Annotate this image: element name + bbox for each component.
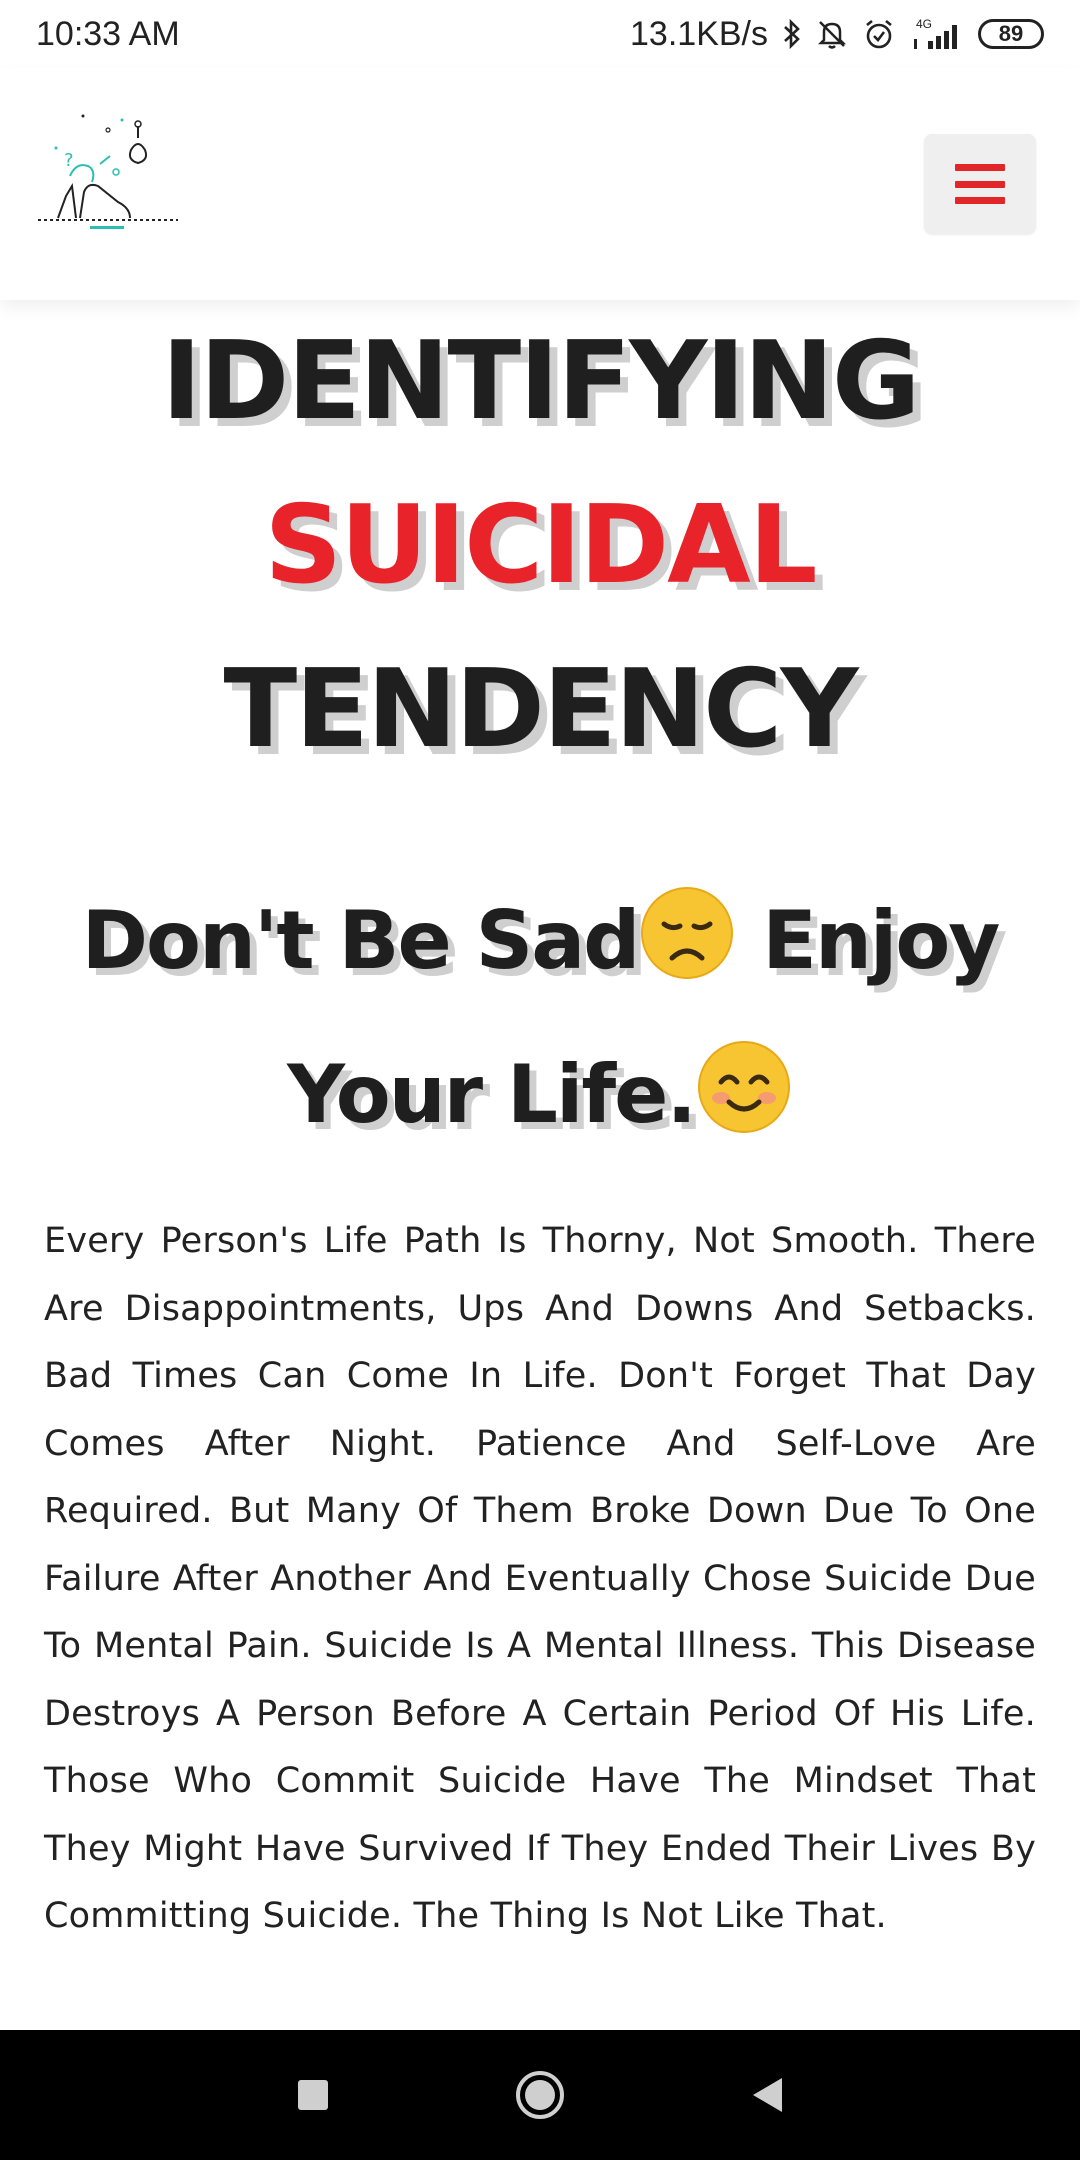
network-type-label: 4G bbox=[916, 17, 932, 31]
site-logo[interactable]: ? bbox=[38, 108, 188, 248]
circle-home-icon bbox=[515, 2071, 564, 2119]
page: 10:33 AM 13.1KB/s 4G 89 ? IDENTIFYING SU… bbox=[0, 0, 1080, 2160]
subtitle-part-1: Don't Be Sad bbox=[81, 894, 641, 987]
network-speed: 13.1KB/s bbox=[630, 14, 768, 53]
hero-line-3: TENDENCY bbox=[223, 647, 858, 772]
smiling-face-emoji-icon bbox=[695, 1032, 793, 1133]
subtitle-part-3: Your Life. bbox=[287, 1048, 697, 1141]
hamburger-menu-icon bbox=[955, 164, 1005, 204]
hero-title: IDENTIFYING SUICIDAL TENDENCY bbox=[0, 300, 1080, 792]
mute-bell-icon bbox=[816, 18, 848, 50]
triangle-back-icon bbox=[752, 2078, 782, 2112]
menu-button[interactable] bbox=[924, 134, 1036, 234]
battery-indicator: 89 bbox=[978, 19, 1044, 49]
recents-button[interactable] bbox=[283, 2065, 343, 2125]
home-button[interactable] bbox=[510, 2065, 570, 2125]
subtitle: Don't Be Sad Enjoy Your Life. bbox=[0, 864, 1080, 1172]
status-bar: 10:33 AM 13.1KB/s 4G 89 bbox=[0, 0, 1080, 68]
sad-face-emoji-icon bbox=[638, 878, 736, 979]
back-button[interactable] bbox=[737, 2065, 797, 2125]
signal-icon: 4G bbox=[910, 17, 964, 51]
status-time: 10:33 AM bbox=[36, 14, 180, 53]
body-paragraph: Every Person's Life Path Is Thorny, Not … bbox=[44, 1221, 1036, 1936]
bluetooth-icon bbox=[782, 18, 802, 50]
system-nav-bar bbox=[0, 2030, 1080, 2160]
square-recents-icon bbox=[298, 2080, 329, 2110]
hero-line-1: IDENTIFYING bbox=[161, 319, 920, 444]
main-content: IDENTIFYING SUICIDAL TENDENCY Don't Be S… bbox=[0, 300, 1080, 1951]
suicide-awareness-logo-icon: ? bbox=[38, 114, 178, 229]
status-icons: 13.1KB/s 4G 89 bbox=[630, 15, 1044, 54]
site-header: ? bbox=[0, 68, 1080, 300]
hero-line-2: SUICIDAL bbox=[264, 483, 817, 608]
alarm-icon bbox=[862, 17, 896, 51]
svg-text:?: ? bbox=[64, 150, 74, 171]
subtitle-part-2: Enjoy bbox=[736, 894, 1000, 987]
